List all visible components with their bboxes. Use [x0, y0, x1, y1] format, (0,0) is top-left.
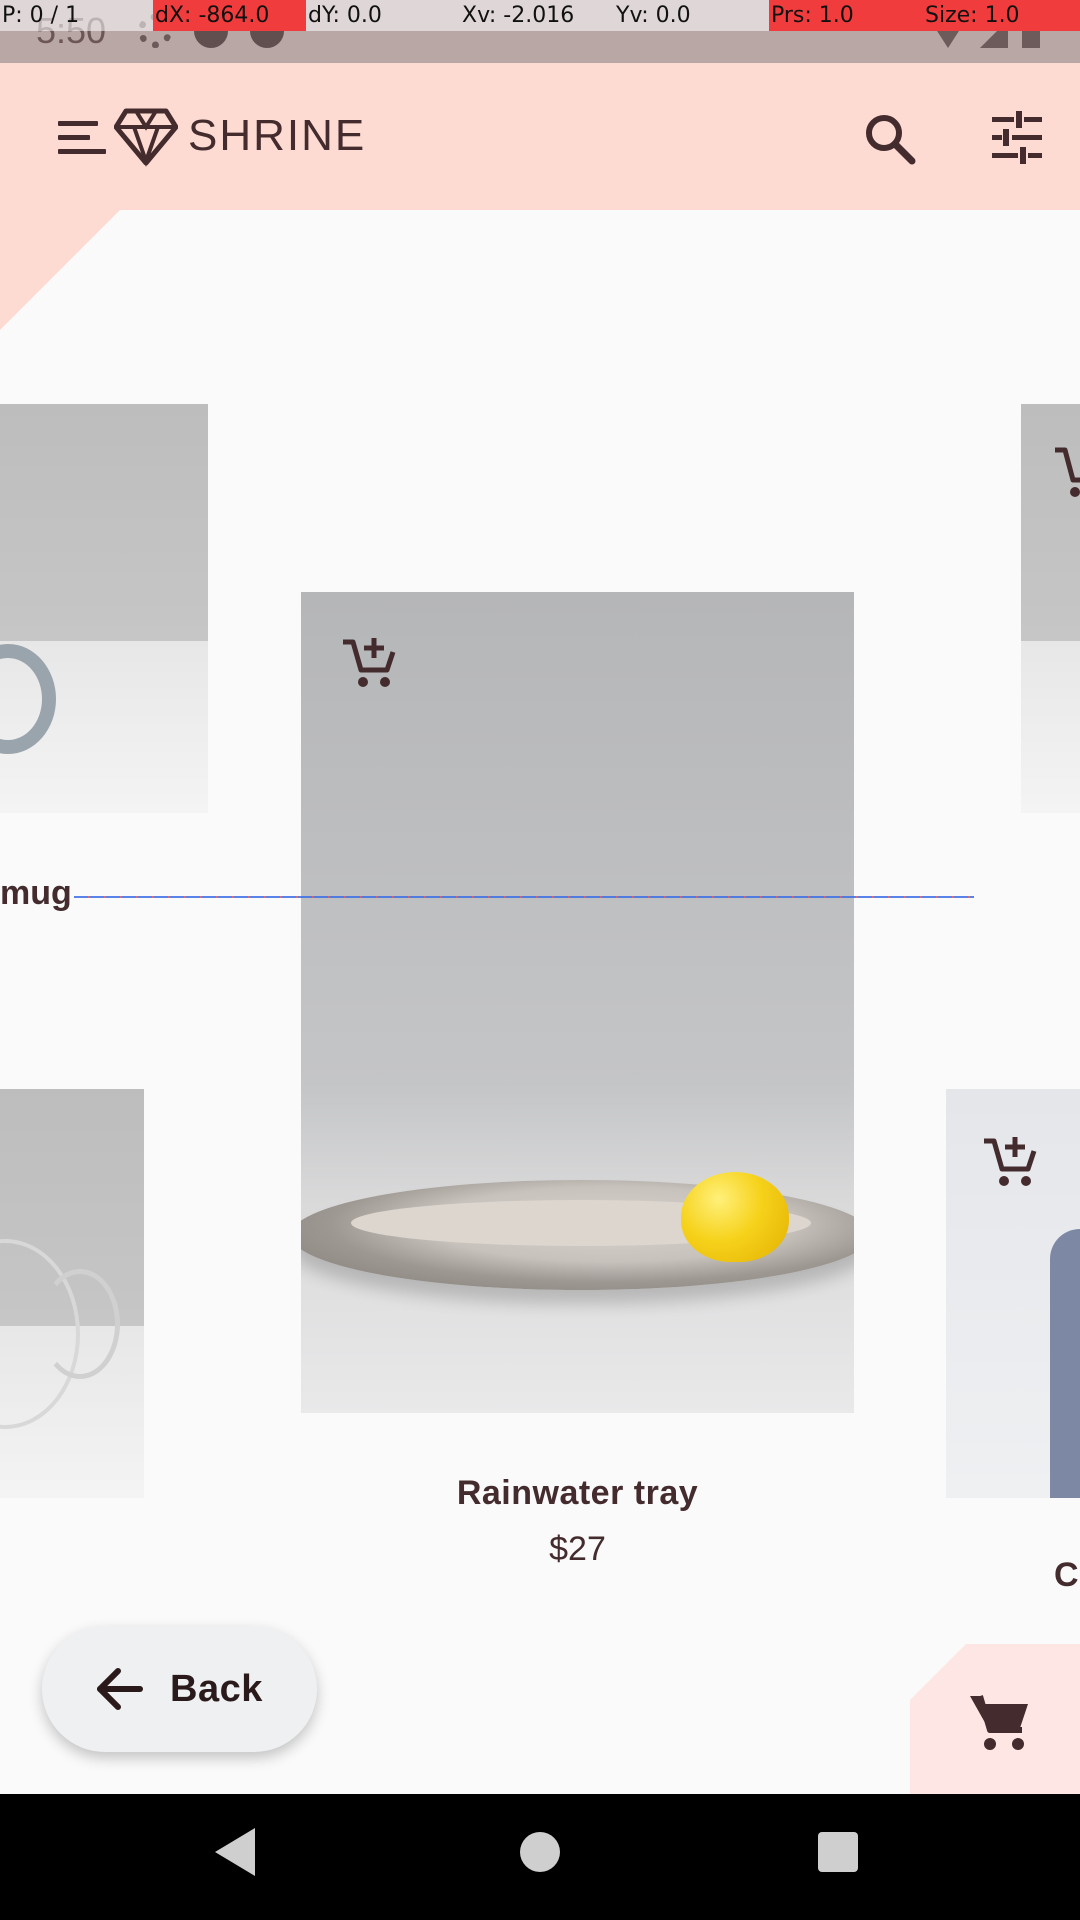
- overlay-pressure: Prs: 1.0: [769, 0, 923, 31]
- nav-recents-icon[interactable]: [818, 1832, 858, 1872]
- product-image-right-lower[interactable]: [946, 1089, 1080, 1498]
- pointer-trace-line: [74, 896, 974, 898]
- mug-handle-shape: [0, 644, 56, 754]
- product-image-mug[interactable]: [0, 404, 208, 813]
- product-price: $27: [549, 1530, 606, 1568]
- garment-shape: [1050, 1229, 1080, 1498]
- backdrop-cut-corner: [0, 210, 120, 330]
- back-button[interactable]: Back: [42, 1626, 317, 1752]
- add-to-cart-icon[interactable]: [1053, 444, 1080, 502]
- product-name-mug: mug: [0, 874, 72, 912]
- back-button-label: Back: [170, 1668, 263, 1710]
- menu-icon[interactable]: [58, 121, 106, 155]
- app-bar: SHRINE: [0, 63, 1080, 210]
- arrow-back-icon: [97, 1668, 143, 1710]
- cart-button[interactable]: [910, 1644, 1080, 1794]
- teapot-handle-shape: [40, 1269, 120, 1379]
- brand-title: SHRINE: [188, 111, 367, 160]
- shopping-cart-icon: [970, 1695, 1028, 1750]
- overlay-pointer: P: 0 / 1: [0, 0, 153, 31]
- overlay-dx: dX: -864.0: [153, 0, 306, 31]
- product-name-partial: C: [1054, 1556, 1079, 1594]
- overlay-yv: Yv: 0.0: [614, 0, 769, 31]
- system-navigation-bar: [0, 1794, 1080, 1920]
- product-image-rainwater-tray[interactable]: [301, 592, 854, 1413]
- diamond-logo-icon: [114, 108, 178, 167]
- add-to-cart-icon[interactable]: [341, 634, 399, 692]
- overlay-size: Size: 1.0: [923, 0, 1080, 31]
- pointer-debug-overlay: P: 0 / 1 dX: -864.0 dY: 0.0 Xv: -2.016 Y…: [0, 0, 1080, 31]
- product-image-right-upper[interactable]: [1021, 404, 1080, 813]
- product-name: Rainwater tray: [456, 1474, 699, 1512]
- lemon-shape: [681, 1172, 789, 1262]
- nav-back-icon[interactable]: [215, 1828, 255, 1876]
- overlay-xv: Xv: -2.016: [460, 0, 614, 31]
- product-image-teapot[interactable]: [0, 1089, 144, 1498]
- overlay-dy: dY: 0.0: [306, 0, 460, 31]
- add-to-cart-icon[interactable]: [982, 1133, 1040, 1191]
- tune-icon[interactable]: [988, 109, 1044, 165]
- search-icon[interactable]: [862, 111, 918, 167]
- nav-home-icon[interactable]: [520, 1832, 560, 1872]
